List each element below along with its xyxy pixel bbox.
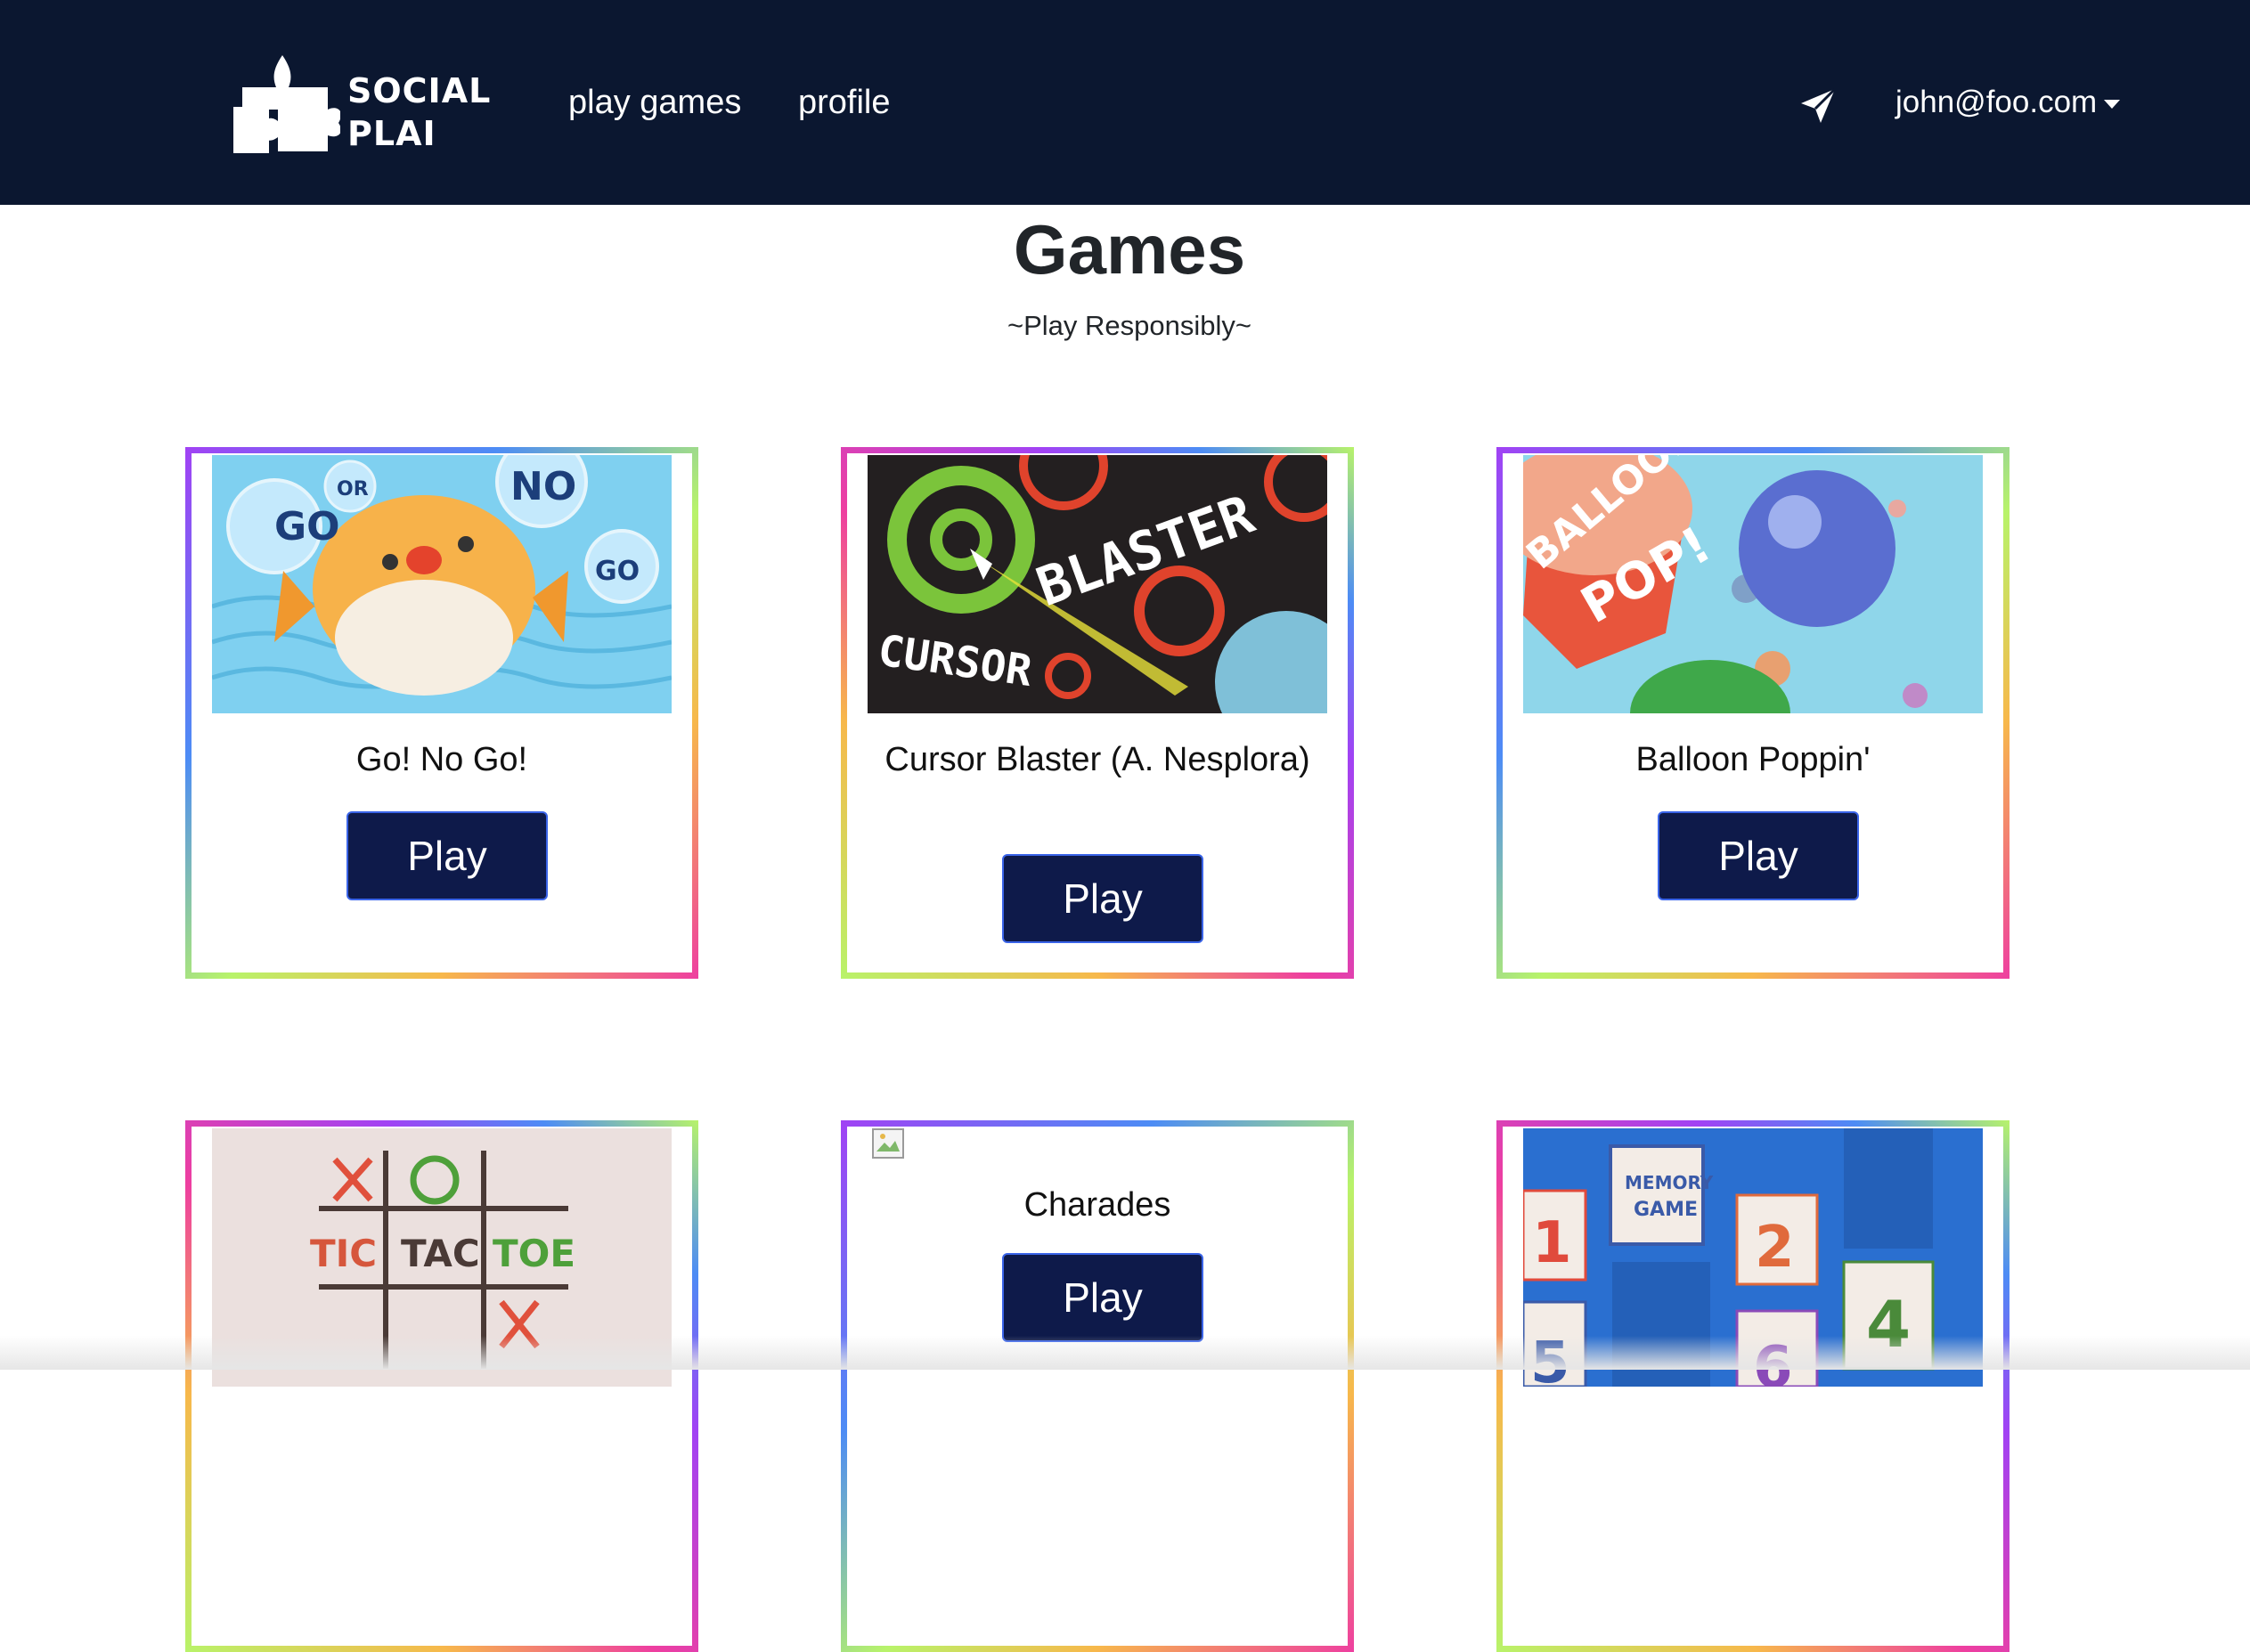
logo[interactable]: SOCIAL PLAI bbox=[233, 52, 501, 154]
game-title: Charades bbox=[1023, 1186, 1171, 1224]
user-email: john@foo.com bbox=[1895, 85, 2098, 119]
broken-image-icon bbox=[872, 1128, 904, 1159]
play-button[interactable]: Play bbox=[1658, 811, 1859, 900]
paper-plane-icon[interactable] bbox=[1799, 87, 1837, 125]
nav-link-play-games[interactable]: play games bbox=[568, 80, 741, 125]
thumb-text-go: GO bbox=[274, 504, 340, 549]
thumb-text-memory: MEMORY bbox=[1625, 1172, 1714, 1193]
thumb-text-go-2: GO bbox=[595, 556, 640, 587]
thumb-text-game: GAME bbox=[1634, 1199, 1698, 1221]
thumb-text-no: NO bbox=[510, 464, 576, 509]
puzzle-icon bbox=[233, 55, 340, 153]
nav-link-profile[interactable]: profile bbox=[798, 80, 891, 125]
game-title: Balloon Poppin' bbox=[1635, 741, 1871, 778]
window-bottom-shadow bbox=[0, 1336, 2250, 1370]
game-card-go-no-go: GO OR NO GO Go! No Go! Play bbox=[185, 447, 698, 979]
page-subtitle: ~Play Responsibly~ bbox=[1007, 310, 1251, 341]
thumb-text-or: OR bbox=[337, 478, 369, 500]
thumb-text-2: 2 bbox=[1755, 1215, 1795, 1281]
play-button[interactable]: Play bbox=[1002, 1253, 1203, 1342]
game-card-balloon-poppin: BALLOON POP! Balloon Poppin' Play bbox=[1496, 447, 2010, 979]
thumb-text-1: 1 bbox=[1532, 1210, 1572, 1276]
logo-line-1: SOCIAL bbox=[347, 71, 492, 110]
user-menu-dropdown[interactable]: john@foo.com bbox=[1895, 80, 2121, 125]
top-navbar: SOCIAL PLAI play games profile john@foo.… bbox=[0, 0, 2250, 205]
page-title: Games bbox=[1013, 210, 1246, 289]
thumb-text-tic: TIC bbox=[310, 1232, 377, 1275]
game-thumbnail: CURSOR BLASTER bbox=[868, 455, 1327, 713]
game-title: Cursor Blaster (A. Nesplora) bbox=[885, 741, 1310, 778]
game-thumbnail: BALLOON POP! bbox=[1523, 455, 1983, 713]
logo-line-2: PLAI bbox=[347, 114, 436, 153]
game-title: Go! No Go! bbox=[355, 741, 528, 778]
game-card-charades: Charades Play bbox=[841, 1120, 1354, 1652]
logo-text: SOCIAL PLAI bbox=[347, 69, 491, 155]
game-card-tic-tac-toe: TIC TAC TOE bbox=[185, 1120, 698, 1652]
thumb-text-toe: TOE bbox=[493, 1232, 575, 1275]
game-thumbnail: GO OR NO GO bbox=[212, 455, 672, 713]
play-button[interactable]: Play bbox=[346, 811, 548, 900]
chevron-down-icon bbox=[2104, 99, 2121, 109]
game-card-memory-game: MEMORY GAME 1 2 4 5 6 bbox=[1496, 1120, 2010, 1652]
play-button[interactable]: Play bbox=[1002, 854, 1203, 943]
thumb-text-tac: TAC bbox=[401, 1232, 480, 1275]
game-card-cursor-blaster: CURSOR BLASTER Cursor Blaster (A. Nesplo… bbox=[841, 447, 1354, 979]
